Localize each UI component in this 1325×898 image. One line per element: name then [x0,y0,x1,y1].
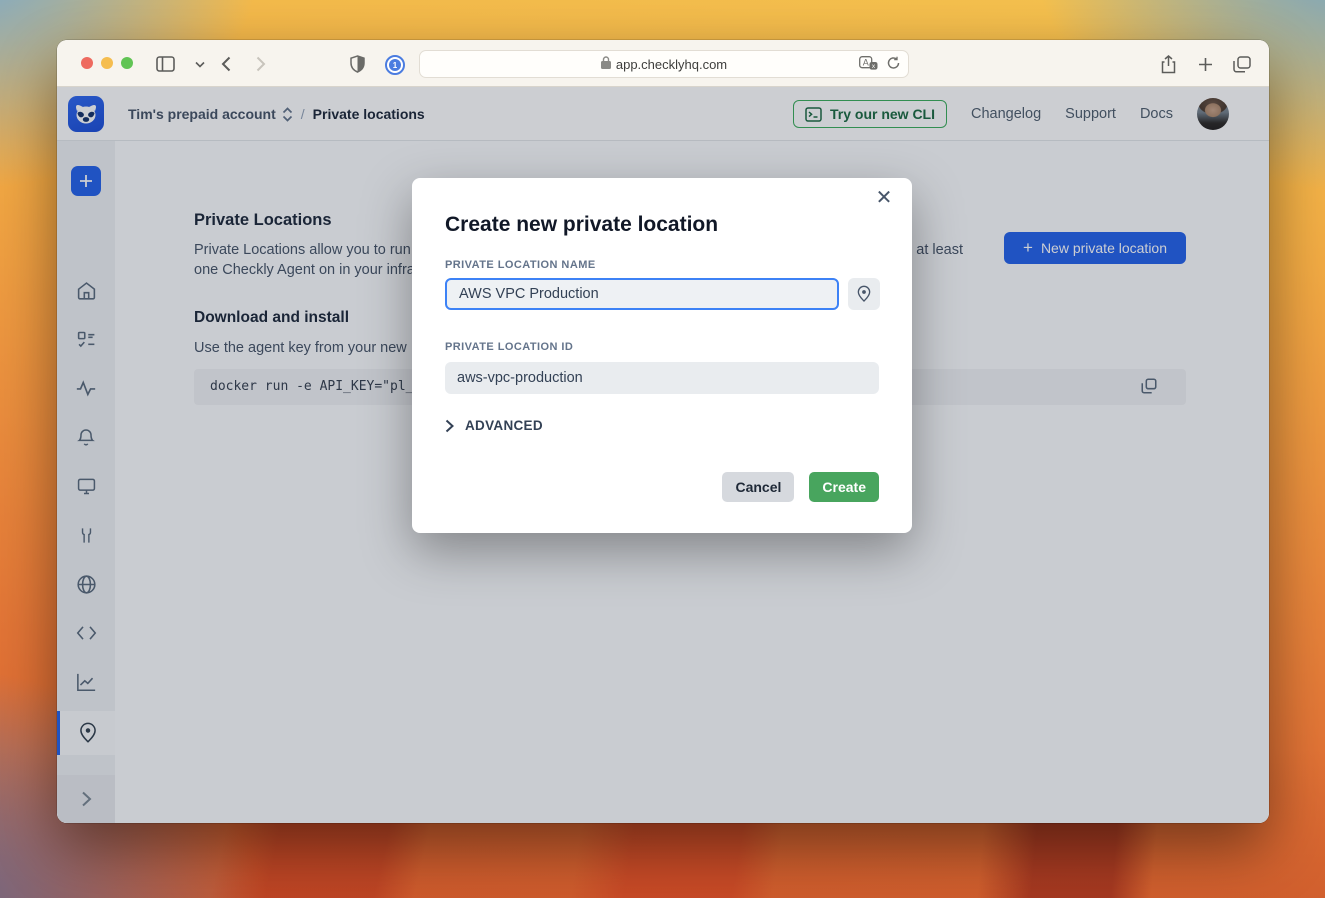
chevron-right-icon [445,419,454,433]
toolbar-chevron-down-icon[interactable] [189,53,211,75]
map-pin-icon [856,285,872,303]
cancel-button[interactable]: Cancel [722,472,794,502]
forward-button[interactable] [250,53,272,75]
back-button[interactable] [215,53,237,75]
minimize-window-button[interactable] [101,57,113,69]
url-text: app.checklyhq.com [616,57,727,72]
svg-text:A: A [863,57,869,67]
translate-icon[interactable]: Ax [859,56,878,73]
create-button[interactable]: Create [809,472,879,502]
modal-title: Create new private location [445,213,718,237]
advanced-toggle[interactable]: ADVANCED [445,418,543,433]
onepassword-icon[interactable]: 1 [384,54,406,76]
desktop-wallpaper: 1 app.checklyhq.com Ax [0,0,1325,898]
private-location-id-input[interactable] [445,362,879,394]
id-field-label: PRIVATE LOCATION ID [445,341,573,353]
traffic-lights [81,57,133,69]
privacy-shield-icon[interactable] [346,53,368,75]
private-location-name-input[interactable] [445,278,839,310]
share-icon[interactable] [1157,53,1179,75]
browser-toolbar: 1 app.checklyhq.com Ax [57,40,1269,87]
browser-window: 1 app.checklyhq.com Ax [57,40,1269,823]
create-private-location-modal: ✕ Create new private location PRIVATE LO… [412,178,912,533]
name-field-label: PRIVATE LOCATION NAME [445,259,596,271]
pin-picker-button[interactable] [848,278,880,310]
address-bar[interactable]: app.checklyhq.com Ax [419,50,909,78]
tab-overview-icon[interactable] [1231,53,1253,75]
close-icon[interactable]: ✕ [870,184,898,212]
lock-icon [601,56,611,72]
sidebar-toggle-icon[interactable] [154,53,176,75]
reload-icon[interactable] [887,56,900,73]
close-window-button[interactable] [81,57,93,69]
page-viewport: Tim's prepaid account / Private location… [57,87,1269,823]
new-tab-icon[interactable] [1194,53,1216,75]
zoom-window-button[interactable] [121,57,133,69]
